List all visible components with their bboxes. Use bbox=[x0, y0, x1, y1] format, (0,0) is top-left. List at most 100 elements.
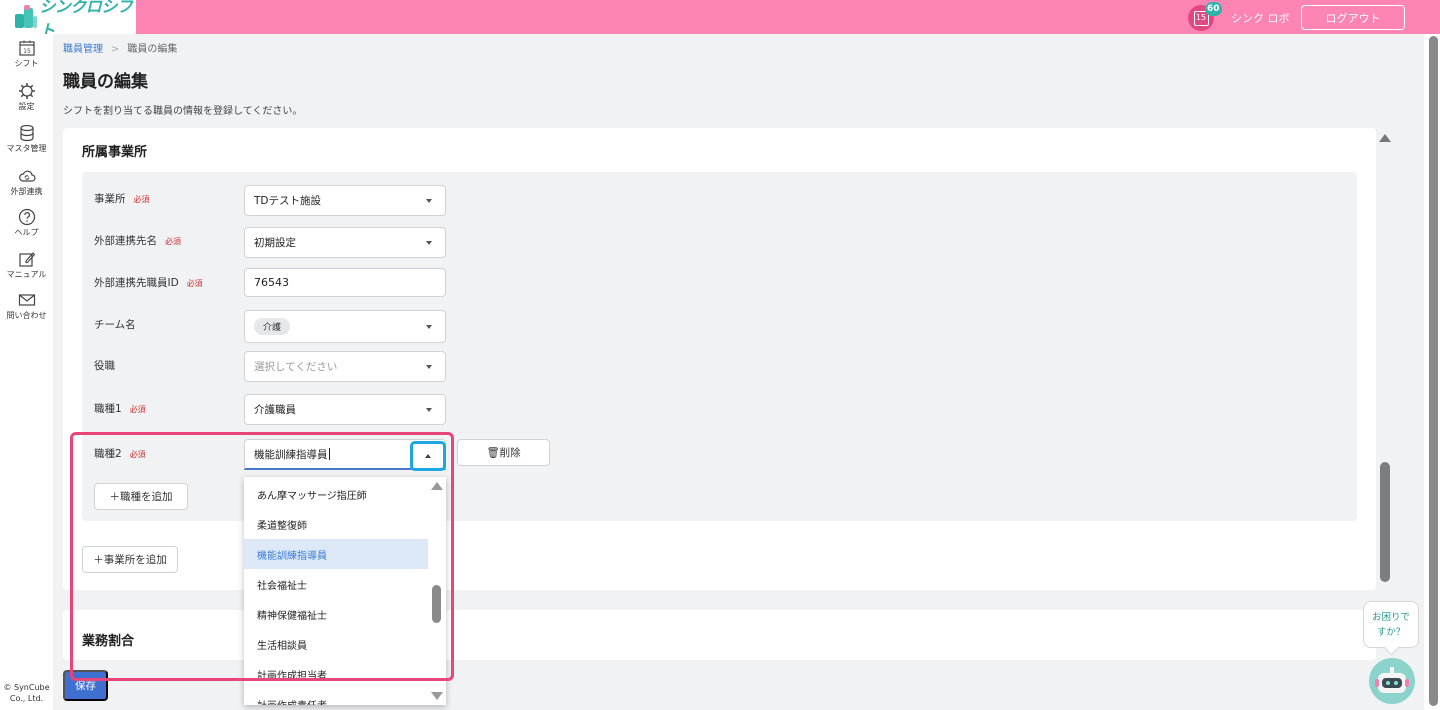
calendar-icon: 15 bbox=[18, 40, 35, 56]
chevron-up-icon bbox=[425, 454, 431, 458]
team-label: チーム名 bbox=[94, 317, 136, 332]
content-scrollbar-thumb[interactable] bbox=[1380, 462, 1390, 582]
logo[interactable]: シンクロシフト bbox=[0, 0, 136, 40]
sidebar-item-label: ヘルプ bbox=[14, 228, 39, 237]
dropdown-option[interactable]: 計画作成担当者 bbox=[244, 659, 428, 689]
dropdown-scroll-up-icon[interactable] bbox=[431, 482, 443, 490]
job-type1-value: 介護職員 bbox=[254, 404, 296, 416]
top-bar bbox=[0, 0, 1440, 34]
breadcrumb-separator: > bbox=[111, 44, 120, 55]
text-cursor bbox=[328, 448, 330, 460]
chevron-down-icon bbox=[426, 241, 432, 245]
external-staff-id-label-text: 外部連携先職員ID bbox=[94, 277, 179, 289]
dropdown-option[interactable]: 柔道整復師 bbox=[244, 509, 428, 539]
sidebar-item-label: 問い合わせ bbox=[6, 311, 47, 320]
window-scrollbar-thumb[interactable] bbox=[1429, 36, 1438, 706]
dropdown-option[interactable]: 計画作成責任者 bbox=[244, 689, 428, 706]
sidebar-item-label: シフト bbox=[14, 59, 39, 68]
dropdown-scroll-down-icon[interactable] bbox=[431, 692, 443, 700]
team-label-text: チーム名 bbox=[94, 319, 136, 331]
external-partner-select-value: 初期設定 bbox=[254, 237, 296, 249]
position-select[interactable]: 選択してください bbox=[244, 351, 446, 382]
page-title: 職員の編集 bbox=[63, 72, 148, 92]
sidebar-item-help[interactable]: ヘルプ bbox=[0, 208, 53, 238]
external-partner-label: 外部連携先名 必須 bbox=[94, 233, 181, 248]
dropdown-option[interactable]: 生活相談員 bbox=[244, 629, 428, 659]
position-label: 役職 bbox=[94, 358, 115, 373]
external-partner-select[interactable]: 初期設定 bbox=[244, 227, 446, 258]
job-type1-label: 職種1 必須 bbox=[94, 401, 146, 416]
job-type1-label-text: 職種1 bbox=[94, 403, 122, 415]
job-type2-label-text: 職種2 bbox=[94, 448, 122, 460]
cloud-sync-icon bbox=[18, 170, 36, 182]
office-select[interactable]: TDテスト施設 bbox=[244, 185, 446, 216]
office-select-value: TDテスト施設 bbox=[254, 195, 321, 207]
logout-button[interactable]: ログアウト bbox=[1301, 5, 1405, 30]
section-title-office: 所属事業所 bbox=[82, 145, 148, 160]
job-type2-toggle-button[interactable] bbox=[410, 441, 446, 471]
dropdown-option[interactable]: あん摩マッサージ指圧師 bbox=[244, 479, 428, 509]
page-description: シフトを割り当てる職員の情報を登録してください。 bbox=[63, 106, 303, 117]
office-label: 事業所 必須 bbox=[94, 191, 150, 206]
sidebar-item-settings[interactable]: 設定 bbox=[0, 82, 53, 112]
notification-count-badge: 60 bbox=[1205, 2, 1222, 16]
save-button[interactable]: 保存 bbox=[63, 670, 108, 701]
dropdown-option-selected[interactable]: 機能訓練指導員 bbox=[244, 539, 428, 569]
help-icon bbox=[18, 208, 35, 226]
add-job-type-button[interactable]: ＋職種を追加 bbox=[94, 483, 188, 510]
scroll-up-arrow-icon[interactable] bbox=[1379, 134, 1391, 142]
team-chip[interactable]: 介護 bbox=[254, 318, 291, 335]
sidebar-item-label: マスタ管理 bbox=[6, 144, 47, 153]
sidebar-item-label: 設定 bbox=[18, 102, 35, 111]
chevron-down-icon bbox=[426, 325, 432, 329]
sidebar-item-contact[interactable]: 問い合わせ bbox=[0, 291, 53, 321]
office-label-text: 事業所 bbox=[94, 193, 126, 205]
help-robot-avatar[interactable] bbox=[1369, 658, 1415, 704]
required-badge: 必須 bbox=[129, 405, 146, 414]
external-staff-id-value: 76543 bbox=[254, 276, 289, 289]
required-badge: 必須 bbox=[186, 279, 203, 288]
logo-text: シンクロシフト bbox=[39, 0, 133, 40]
svg-text:15: 15 bbox=[23, 48, 31, 55]
sidebar-item-manual[interactable]: マニュアル bbox=[0, 250, 53, 280]
job-type1-select[interactable]: 介護職員 bbox=[244, 394, 446, 425]
help-bubble[interactable]: お困りですか？ bbox=[1363, 601, 1419, 648]
external-staff-id-label: 外部連携先職員ID 必須 bbox=[94, 275, 203, 290]
breadcrumb-current: 職員の編集 bbox=[127, 44, 178, 55]
sidebar-item-external[interactable]: 外部連携 bbox=[0, 167, 53, 197]
help-text-line2: すか？ bbox=[1376, 627, 1406, 638]
user-name: シンク ロボ bbox=[1231, 12, 1290, 25]
required-badge: 必須 bbox=[165, 237, 181, 246]
external-staff-id-input[interactable]: 76543 bbox=[244, 268, 446, 297]
breadcrumb-link-staff[interactable]: 職員管理 bbox=[63, 44, 103, 55]
edit-icon bbox=[18, 252, 35, 267]
external-partner-label-text: 外部連携先名 bbox=[94, 235, 157, 247]
breadcrumb: 職員管理 > 職員の編集 bbox=[63, 40, 177, 55]
database-icon bbox=[19, 124, 34, 142]
dropdown-scrollbar-thumb[interactable] bbox=[432, 585, 441, 623]
sidebar: 15 シフト 設定 マスタ管理 外部連携 ヘルプ マニュアル 問い合わせ bbox=[0, 34, 53, 710]
mail-icon bbox=[18, 294, 35, 306]
sidebar-item-shift[interactable]: 15 シフト bbox=[0, 39, 53, 69]
job-type2-label: 職種2 必須 bbox=[94, 446, 146, 461]
dropdown-option[interactable]: 社会福祉士 bbox=[244, 569, 428, 599]
required-badge: 必須 bbox=[133, 195, 150, 204]
sidebar-item-label: マニュアル bbox=[6, 270, 47, 279]
sidebar-item-master[interactable]: マスタ管理 bbox=[0, 124, 53, 154]
robot-icon bbox=[1375, 667, 1409, 693]
section-title-work-ratio: 業務割合 bbox=[82, 634, 135, 649]
copyright: © SynCube Co., Ltd. bbox=[3, 683, 50, 703]
logo-icon bbox=[12, 4, 37, 30]
sidebar-item-label: 外部連携 bbox=[10, 187, 43, 196]
help-text-line1: お困りで bbox=[1371, 612, 1410, 623]
delete-job-type-button[interactable]: 🗑削除 bbox=[457, 439, 550, 466]
chevron-down-icon bbox=[426, 408, 432, 412]
required-badge: 必須 bbox=[129, 450, 146, 459]
team-select[interactable]: 介護 bbox=[244, 310, 446, 343]
job-type2-dropdown-list: あん摩マッサージ指圧師 柔道整復師 機能訓練指導員 社会福祉士 精神保健福祉士 … bbox=[244, 477, 446, 705]
position-placeholder: 選択してください bbox=[254, 361, 338, 373]
chevron-down-icon bbox=[426, 365, 432, 369]
add-office-button[interactable]: ＋事業所を追加 bbox=[82, 546, 178, 573]
dropdown-option[interactable]: 精神保健福祉士 bbox=[244, 599, 428, 629]
position-label-text: 役職 bbox=[94, 360, 115, 372]
